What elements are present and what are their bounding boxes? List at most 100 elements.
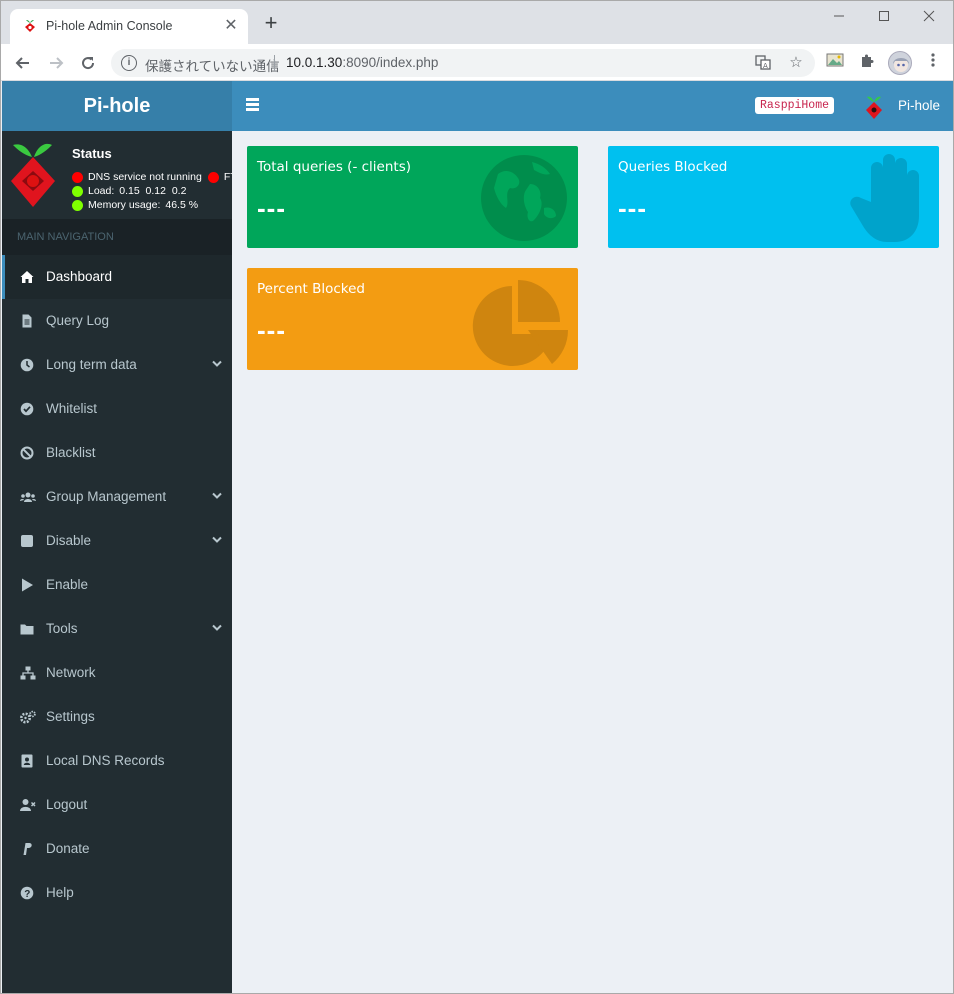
extensions-puzzle-icon[interactable] (857, 53, 877, 73)
total-queries-title: Total queries (- clients) (257, 159, 411, 175)
reload-icon[interactable] (74, 49, 102, 77)
new-tab-button[interactable]: + (259, 12, 283, 36)
url-host: 10.0.1.30 (286, 55, 343, 70)
pihole-status-logo-icon (11, 143, 55, 207)
hostname-badge: RasppiHome (755, 97, 835, 114)
sidebar-item-label: Blacklist (46, 445, 96, 460)
dns-status-text: DNS service not running (88, 171, 202, 183)
sidebar-toggle-icon[interactable] (246, 98, 260, 112)
sidebar-item-dashboard[interactable]: Dashboard (2, 255, 232, 299)
sidebar-item-whitelist[interactable]: Whitelist (2, 387, 232, 431)
maximize-icon[interactable] (861, 4, 906, 30)
memory-green-icon (72, 199, 83, 211)
pihole-favicon-icon (25, 20, 35, 32)
sidebar-item-label: Disable (46, 533, 92, 548)
sidebar-item-group-management[interactable]: Group Management (2, 475, 232, 519)
sidebar-item-settings[interactable]: Settings (2, 695, 232, 739)
url-text: 10.0.1.30:8090/index.php (286, 55, 438, 70)
hand-icon (850, 154, 919, 242)
sidebar-item-query-log[interactable]: Query Log (2, 299, 232, 343)
home-icon (20, 271, 34, 283)
sidebar-item-blacklist[interactable]: Blacklist (2, 431, 232, 475)
browser-toolbar: i 保護されていない通信 10.0.1.30:8090/index.php A … (1, 44, 953, 81)
profile-avatar[interactable] (888, 51, 912, 75)
sidebar-item-label: Query Log (46, 313, 110, 328)
sidebar-item-logout[interactable]: Logout (2, 783, 232, 827)
load-values: 0.15 0.12 0.2 (119, 185, 187, 197)
sidebar-item-network[interactable]: Network (2, 651, 232, 695)
sidebar-item-label: Long term data (46, 357, 137, 372)
play-icon (22, 578, 33, 592)
sidebar-item-donate[interactable]: Donate (2, 827, 232, 871)
user-times-icon (20, 799, 36, 811)
sidebar-item-long-term-data[interactable]: Long term data (2, 343, 232, 387)
translate-icon[interactable]: A (754, 54, 772, 72)
forward-icon[interactable] (42, 49, 70, 77)
load-green-icon (72, 185, 83, 197)
folder-icon (20, 624, 34, 635)
file-icon (22, 314, 32, 328)
pie-chart-icon (472, 280, 569, 366)
sidebar-item-label: Help (46, 885, 74, 900)
gears-icon (20, 710, 36, 724)
sidebar: Status DNS service not running FT Load: … (2, 131, 232, 993)
user-menu-label[interactable]: Pi-hole (898, 98, 940, 113)
status-title: Status (72, 146, 112, 161)
dashboard-content: Total queries (- clients) --- Queries Bl… (232, 131, 953, 993)
question-circle-icon: ? (20, 886, 34, 900)
check-circle-icon (20, 402, 34, 416)
memory-label: Memory usage: (88, 199, 161, 211)
sidebar-item-label: Settings (46, 709, 95, 724)
dns-status-red-icon (72, 171, 83, 183)
ftl-status-text: FT (223, 171, 232, 183)
ban-icon (20, 446, 34, 460)
top-navbar: RasppiHome Pi-hole (232, 81, 953, 131)
pihole-logo-icon[interactable] (865, 94, 883, 120)
sidebar-item-label: Whitelist (46, 401, 98, 416)
stop-icon (21, 535, 33, 547)
sidebar-item-label: Local DNS Records (46, 753, 165, 768)
sidebar-item-label: Network (46, 665, 96, 680)
address-book-icon (21, 754, 33, 768)
sidebar-item-label: Dashboard (46, 269, 113, 284)
bookmark-star-icon[interactable]: ☆ (787, 54, 805, 72)
clock-icon (20, 358, 34, 372)
load-line: Load: 0.15 0.12 0.2 (72, 184, 186, 198)
sidebar-item-enable[interactable]: Enable (2, 563, 232, 607)
queries-blocked-box: Queries Blocked --- (608, 146, 939, 248)
sidebar-item-tools[interactable]: Tools (2, 607, 232, 651)
paypal-icon (23, 843, 32, 855)
app-logo[interactable]: Pi-hole (2, 81, 232, 131)
memory-value: 46.5 % (165, 199, 199, 211)
browser-window: Pi-hole Admin Console ✕ + i 保護されていない通信 1… (0, 0, 954, 994)
queries-blocked-value: --- (618, 193, 647, 223)
sidebar-item-help[interactable]: ? Help (2, 871, 232, 915)
sidebar-menu: Dashboard Query Log Long term data White… (2, 255, 232, 915)
info-icon[interactable]: i (121, 55, 137, 71)
extension-image-icon[interactable] (825, 53, 845, 73)
minimize-icon[interactable] (816, 4, 861, 30)
status-panel: Status DNS service not running FT Load: … (2, 131, 232, 219)
sidebar-item-local-dns-records[interactable]: Local DNS Records (2, 739, 232, 783)
url-separator (274, 55, 275, 71)
percent-blocked-title: Percent Blocked (257, 281, 365, 297)
browser-menu-icon[interactable] (923, 53, 943, 73)
sidebar-item-label: Enable (46, 577, 89, 592)
browser-tab[interactable]: Pi-hole Admin Console ✕ (10, 9, 248, 44)
window-close-icon[interactable] (906, 4, 951, 30)
tab-close-icon[interactable]: ✕ (221, 16, 241, 36)
sidebar-item-label: Logout (46, 797, 88, 812)
memory-line: Memory usage: 46.5 % (72, 198, 198, 212)
sidebar-item-label: Group Management (46, 489, 167, 504)
svg-text:?: ? (24, 889, 30, 900)
tab-title: Pi-hole Admin Console (46, 19, 173, 33)
percent-blocked-box: Percent Blocked --- (247, 268, 578, 370)
tab-strip: Pi-hole Admin Console ✕ + (1, 1, 953, 44)
ftl-status-red-icon (207, 171, 219, 183)
network-icon (20, 666, 36, 680)
address-bar[interactable]: i 保護されていない通信 10.0.1.30:8090/index.php A … (111, 49, 815, 77)
back-icon[interactable] (9, 49, 37, 77)
svg-text:A: A (763, 62, 768, 70)
total-queries-value: --- (257, 193, 286, 223)
sidebar-item-disable[interactable]: Disable (2, 519, 232, 563)
